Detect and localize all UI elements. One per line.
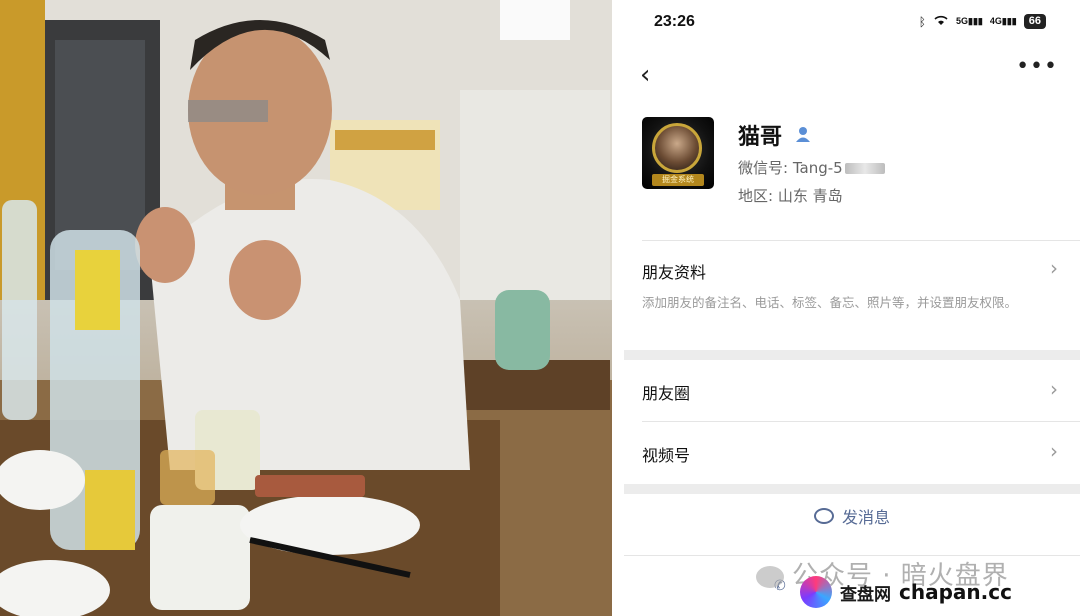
chevron-left-icon[interactable]: ‹ — [640, 60, 650, 90]
nav-bar: ‹ ••• — [624, 52, 1080, 96]
friend-profile-title: 朋友资料 — [642, 263, 707, 282]
channels-title: 视频号 — [642, 446, 691, 465]
send-message-label: 发消息 — [841, 508, 890, 527]
wechat-contact-screen: 23:26 ᛒ 5G▮▮▮ 4G▮▮▮ 66 ‹ ••• 掘金系统 猫哥 微信号… — [624, 0, 1080, 616]
avatar-portrait — [652, 123, 702, 173]
status-time: 23:26 — [654, 13, 695, 30]
wechat-id-text: 微信号: Tang-5 — [738, 159, 843, 177]
status-icons: ᛒ 5G▮▮▮ 4G▮▮▮ 66 — [919, 14, 1046, 29]
divider — [642, 421, 1080, 422]
wechat-id-blur — [844, 163, 885, 174]
section-separator — [624, 484, 1080, 494]
site-name: 查盘网 — [840, 584, 891, 605]
signal-4g-icon: 4G▮▮▮ — [989, 16, 1017, 26]
wechat-id: 微信号: Tang-5 — [738, 157, 885, 178]
chevron-right-icon: › — [1050, 256, 1058, 280]
battery-indicator: 66 — [1023, 14, 1046, 29]
profile-header: 掘金系统 猫哥 微信号: Tang-5 地区: 山东 青岛 — [642, 117, 1062, 205]
contact-nickname: 猫哥 — [738, 125, 783, 150]
moments-row[interactable]: 朋友圈 › — [642, 377, 1062, 404]
more-dots-icon[interactable]: ••• — [1016, 54, 1058, 79]
status-bar: 23:26 ᛒ 5G▮▮▮ 4G▮▮▮ 66 — [624, 0, 1080, 46]
user-male-icon — [796, 127, 810, 142]
avatar-badge: 掘金系统 — [652, 174, 704, 186]
channels-row[interactable]: 视频号 › — [642, 439, 1062, 466]
contact-region: 地区: 山东 青岛 — [738, 187, 843, 205]
friend-profile-row[interactable]: 朋友资料 › 添加朋友的备注名、电话、标签、备忘、照片等，并设置朋友权限。 — [642, 256, 1062, 349]
avatar[interactable]: 掘金系统 — [642, 117, 714, 189]
wifi-icon — [933, 14, 949, 29]
wechat-logo-icon — [756, 565, 784, 588]
bluetooth-icon: ᛒ — [918, 14, 926, 29]
section-separator — [624, 350, 1080, 360]
site-logo-icon — [800, 576, 832, 608]
chevron-right-icon: › — [1050, 439, 1058, 463]
site-domain: chapan.cc — [899, 580, 1012, 604]
signal-5g-icon: 5G▮▮▮ — [956, 16, 983, 26]
friend-profile-desc: 添加朋友的备注名、电话、标签、备忘、照片等，并设置朋友权限。 — [642, 295, 1018, 310]
chat-bubble-icon — [813, 508, 834, 524]
send-message-button[interactable]: 发消息 — [624, 504, 1080, 528]
site-watermark: 查盘网 chapan.cc — [800, 576, 1012, 608]
restaurant-photo — [0, 0, 612, 616]
chevron-right-icon: › — [1050, 377, 1058, 401]
moments-title: 朋友圈 — [642, 384, 691, 403]
divider — [642, 240, 1080, 241]
photo-illustration — [0, 0, 612, 616]
